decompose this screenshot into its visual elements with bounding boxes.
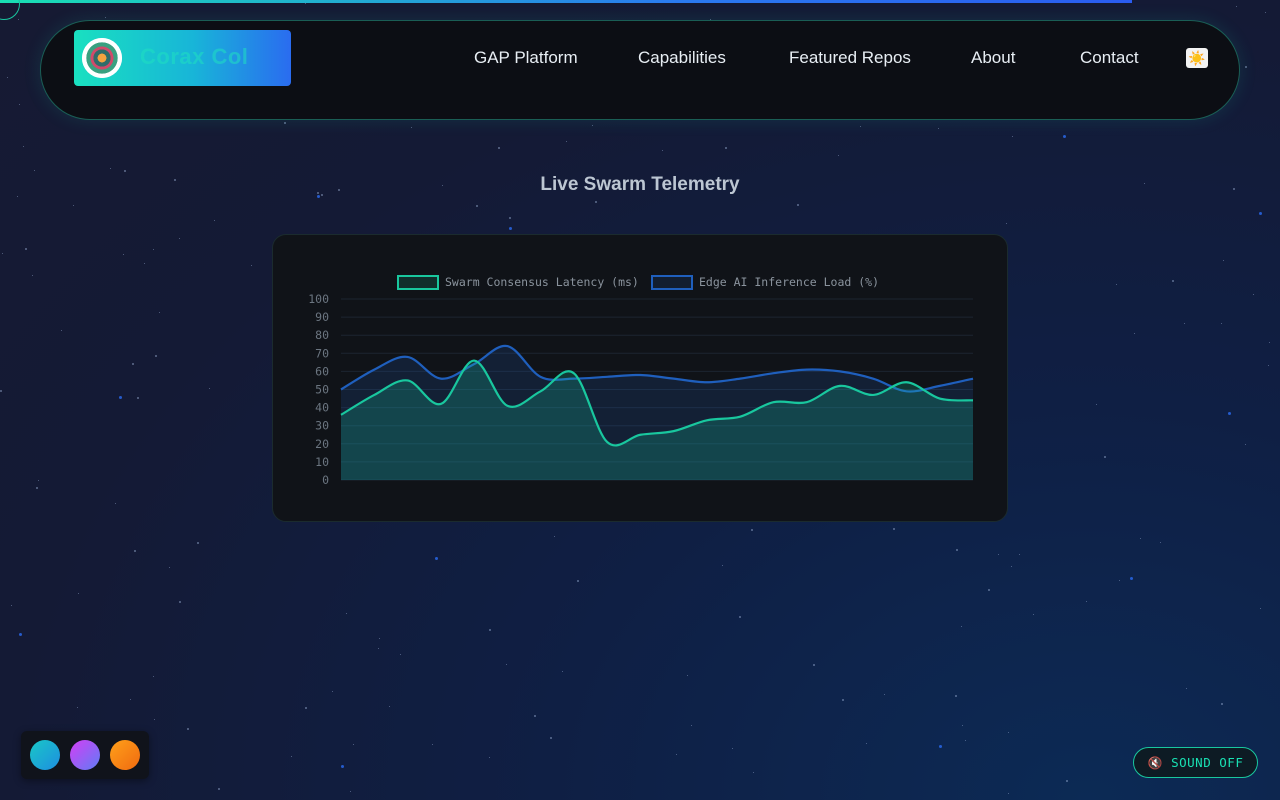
y-tick-label: 70 [315,346,329,360]
nav-item-gap-platform[interactable]: GAP Platform [474,48,578,68]
theme-swatch-purple[interactable] [70,740,100,770]
y-tick-label: 60 [315,364,329,378]
scroll-progress-bar [0,0,1132,3]
sound-toggle-label: SOUND OFF [1171,755,1244,770]
y-tick-label: 0 [322,473,329,487]
section-title: Live Swarm Telemetry [540,174,740,195]
cursor-ring [0,0,20,20]
nav-item-contact[interactable]: Contact [1080,48,1139,68]
legend-swatch [651,275,693,290]
sound-toggle-button[interactable]: 🔇 SOUND OFF [1133,747,1258,778]
brand-name: Corax Col [140,44,249,69]
telemetry-chart: 0 10 20 30 40 50 60 70 80 90 100 Swarm Consensus La… [308,275,974,487]
legend-label: Swarm Consensus Latency (ms) [445,275,639,289]
y-tick-label: 80 [315,328,329,342]
muted-speaker-icon: 🔇 [1147,755,1164,770]
theme-swatch-orange[interactable] [110,740,140,770]
theme-swatch-picker [21,731,149,779]
legend-label: Edge AI Inference Load (%) [699,275,879,289]
y-tick-label: 30 [315,419,329,433]
y-tick-label: 100 [308,292,329,306]
y-tick-label: 10 [315,455,329,469]
theme-swatch-teal[interactable] [30,740,60,770]
nav-item-about[interactable]: About [971,48,1015,68]
brand-logo-icon [82,38,122,78]
telemetry-chart-card: 0 10 20 30 40 50 60 70 80 90 100 Swarm Consensus La… [272,234,1008,522]
theme-toggle-sun-icon[interactable]: ☀️ [1186,48,1208,68]
top-navigation: Corax Col GAP Platform Capabilities Feat… [40,20,1240,120]
nav-item-featured-repos[interactable]: Featured Repos [789,48,911,68]
y-tick-label: 20 [315,437,329,451]
y-tick-label: 90 [315,310,329,324]
brand-home-link[interactable]: Corax Col [74,30,291,86]
nav-item-capabilities[interactable]: Capabilities [638,48,726,68]
y-tick-label: 50 [315,383,329,397]
y-tick-label: 40 [315,401,329,415]
legend-swatch [397,275,439,290]
